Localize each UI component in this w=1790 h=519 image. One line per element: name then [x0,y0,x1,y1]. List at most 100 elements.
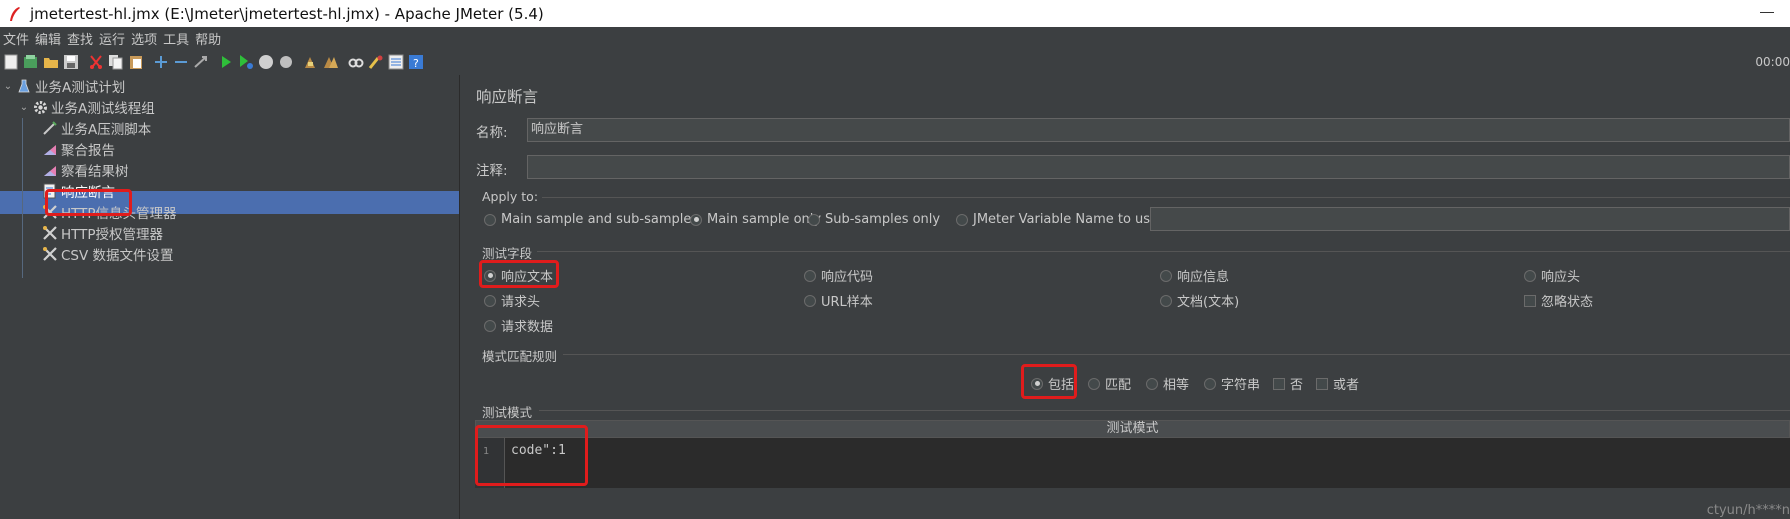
field-response-message-radio[interactable]: 响应信息 [1160,266,1229,285]
jmeter-feather-icon [6,5,24,23]
chevron-down-icon[interactable]: ⌄ [2,81,14,92]
reset-search-icon[interactable] [367,53,385,71]
search-icon[interactable] [347,53,365,71]
field-response-code-radio[interactable]: 响应代码 [804,266,873,285]
start-no-pauses-icon[interactable] [237,53,255,71]
radio-circle [484,269,496,282]
stop-icon[interactable] [257,53,275,71]
rule-matches-radio[interactable]: 匹配 [1088,374,1131,393]
clear-icon[interactable] [302,53,320,71]
chevron-down-icon[interactable]: ⌄ [18,102,30,113]
field-request-headers-radio[interactable]: 请求头 [484,291,540,310]
test-plan-flask-icon [16,78,32,94]
pattern-code[interactable]: code":1 [511,443,566,458]
svg-text:?: ? [413,57,419,70]
checkbox-square [1524,294,1536,307]
radio-circle [804,294,816,307]
radio-circle [956,213,968,226]
tree-guide-line [22,118,23,278]
rule-substring-radio[interactable]: 字符串 [1204,374,1260,393]
config-wrench-icon [42,204,58,220]
templates-icon[interactable] [22,53,40,71]
tree-node-label: 察看结果树 [61,164,129,180]
splitter[interactable] [459,75,460,519]
tree-node-script[interactable]: 业务A压测脚本 [40,117,151,139]
tree-node-results-tree[interactable]: 察看结果树 [40,159,129,181]
jmeter-variable-field[interactable] [1150,207,1790,231]
ignore-status-checkbox[interactable]: 忽略状态 [1524,291,1593,310]
listener-chart-icon [42,141,58,157]
field-document-text-radio[interactable]: 文档(文本) [1160,291,1239,310]
comment-field[interactable] [527,155,1790,179]
assertion-panel: 响应断言 名称: 响应断言 注释: Apply to: Main sample … [467,75,1790,519]
tree-node-response-assertion[interactable]: 响应断言 [40,180,115,202]
radio-circle [1524,269,1536,282]
radio-label: 相等 [1163,378,1190,393]
test-field-label: 测试字段 [482,246,533,261]
minimize-icon[interactable] [1760,12,1774,13]
rule-or-checkbox[interactable]: 或者 [1316,374,1359,393]
radio-label: 包括 [1048,378,1075,393]
menu-run[interactable]: 运行 [99,29,125,48]
listener-chart-icon [42,162,58,178]
radio-circle [1160,294,1172,307]
shutdown-icon[interactable] [277,53,295,71]
tree-node-header-manager[interactable]: HTTP信息头管理器 [40,201,177,223]
menu-edit[interactable]: 编辑 [35,29,61,48]
line-number: 1 [483,446,490,457]
field-response-text-radio[interactable]: 响应文本 [484,266,553,285]
new-icon[interactable] [2,53,20,71]
start-icon[interactable] [217,53,235,71]
menu-options[interactable]: 选项 [131,29,157,48]
copy-icon[interactable] [107,53,125,71]
field-request-data-radio[interactable]: 请求数据 [484,316,553,335]
field-response-headers-radio[interactable]: 响应头 [1524,266,1580,285]
save-icon[interactable] [62,53,80,71]
patterns-editor[interactable]: 1 code":1 [475,438,1790,488]
apply-to-label: Apply to: [482,189,539,204]
expand-icon[interactable] [152,53,170,71]
tree-node-aggregate-report[interactable]: 聚合报告 [40,138,115,160]
tree-node-label: HTTP授权管理器 [61,227,164,243]
radio-circle [690,213,702,226]
menu-file[interactable]: 文件 [3,29,29,48]
open-icon[interactable] [42,53,60,71]
menu-tools[interactable]: 工具 [163,29,189,48]
rule-equals-radio[interactable]: 相等 [1146,374,1189,393]
apply-main-only-radio[interactable]: Main sample only [690,212,821,227]
field-url-sampled-radio[interactable]: URL样本 [804,291,873,310]
apply-main-and-sub-radio[interactable]: Main sample and sub-samples [484,212,698,227]
menu-bar: 文件 编辑 查找 运行 选项 工具 帮助 [0,27,1790,49]
name-field[interactable]: 响应断言 [527,118,1790,142]
checkbox-label: 否 [1290,378,1304,393]
radio-circle [1031,377,1043,390]
tree-node-csv-config[interactable]: CSV 数据文件设置 [40,243,174,265]
clear-all-icon[interactable] [322,53,340,71]
menu-search[interactable]: 查找 [67,29,93,48]
toggle-icon[interactable] [192,53,210,71]
rule-not-checkbox[interactable]: 否 [1273,374,1303,393]
rule-contains-radio[interactable]: 包括 [1031,374,1074,393]
test-patterns-label: 测试模式 [482,405,533,420]
page-title: 响应断言 [476,88,539,106]
radio-label: 响应代码 [821,270,874,285]
radio-circle [1146,377,1158,390]
help-icon[interactable]: ? [407,53,425,71]
tree-node-test-plan[interactable]: ⌄ 业务A测试计划 [2,75,125,97]
apply-jmeter-variable-radio[interactable]: JMeter Variable Name to use [956,212,1158,227]
thread-group-gear-icon [32,99,48,115]
radio-circle [804,269,816,282]
paste-icon[interactable] [127,53,145,71]
radio-circle [808,213,820,226]
apply-sub-only-radio[interactable]: Sub-samples only [808,212,940,227]
menu-help[interactable]: 帮助 [195,29,221,48]
collapse-icon[interactable] [172,53,190,71]
tree-node-label: 业务A压测脚本 [61,122,152,138]
cut-icon[interactable] [87,53,105,71]
toolbar: ? 00:00 [0,49,1790,75]
tree-node-label: 业务A测试计划 [35,80,126,96]
tree-node-thread-group[interactable]: ⌄ 业务A测试线程组 [18,96,155,118]
function-helper-icon[interactable] [387,53,405,71]
tree-node-auth-manager[interactable]: HTTP授权管理器 [40,222,163,244]
tree-node-label: 聚合报告 [61,143,115,159]
